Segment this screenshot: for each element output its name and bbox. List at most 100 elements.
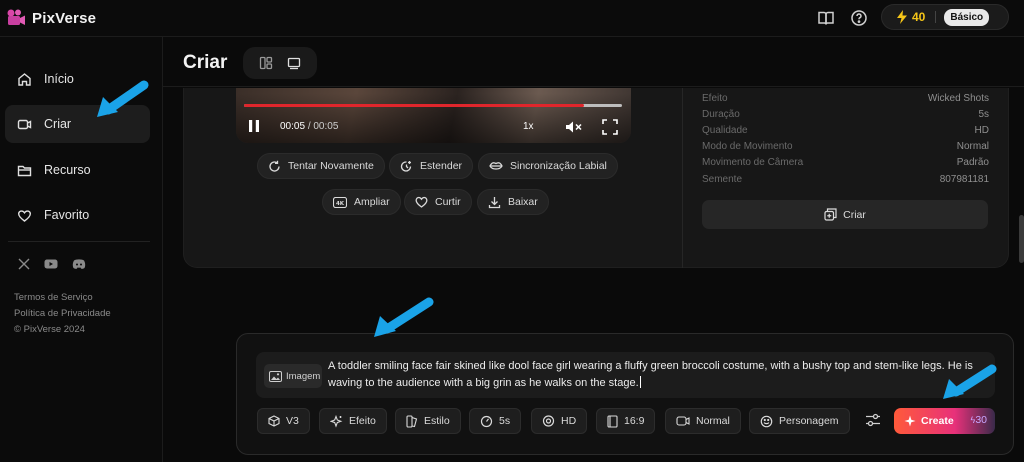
like-button[interactable]: Curtir	[404, 189, 472, 215]
extend-icon	[400, 160, 413, 173]
upscale-label: Ampliar	[354, 196, 390, 208]
privacy-link[interactable]: Política de Privacidade	[14, 308, 111, 319]
character-label: Personagem	[779, 415, 839, 427]
refresh-icon	[268, 160, 281, 173]
character-selector[interactable]: Personagem	[749, 408, 850, 434]
book-icon[interactable]	[817, 9, 835, 27]
prompt-text[interactable]: A toddler smiling face fair skined like …	[328, 358, 990, 392]
motion-label: Normal	[696, 415, 730, 427]
sparkle-icon	[904, 415, 916, 427]
playback-speed[interactable]: 1x	[523, 121, 534, 132]
detail-value: HD	[974, 125, 989, 136]
create-similar-label: Criar	[843, 208, 866, 221]
terms-link[interactable]: Termos de Serviço	[14, 292, 93, 303]
discord-icon[interactable]	[72, 258, 86, 270]
copy-icon	[824, 208, 837, 221]
page-title: Criar	[183, 52, 228, 73]
app-name: PixVerse	[32, 9, 97, 27]
detail-row-duration: Duração 5s	[702, 109, 989, 120]
header-divider	[163, 86, 1024, 87]
detail-row-effect: Efeito Wicked Shots	[702, 93, 989, 104]
detail-value: Padrão	[956, 157, 989, 168]
view-toggle	[243, 47, 317, 79]
detail-label: Movimento de Câmera	[702, 157, 804, 168]
credits-pill[interactable]: 40 Básico	[881, 4, 1009, 30]
effect-selector[interactable]: Efeito	[319, 408, 387, 434]
page-scrollbar[interactable]	[1019, 215, 1024, 263]
video-progress-fill	[244, 104, 585, 107]
grid-view-icon[interactable]	[259, 56, 273, 70]
create-cost: ϟ30	[971, 414, 987, 426]
upscale-button[interactable]: 4K Ampliar	[322, 189, 401, 215]
image-chip-label: Imagem	[286, 370, 321, 382]
heart-icon	[17, 208, 32, 223]
detail-row-motion-mode: Modo de Movimento Normal	[702, 141, 989, 152]
top-bar: PixVerse 40 Básico	[0, 0, 1024, 37]
lip-sync-label: Sincronização Labial	[510, 160, 607, 172]
details-divider	[682, 88, 683, 268]
annotation-arrow	[374, 297, 434, 337]
current-time: 00:05	[280, 121, 306, 132]
sliders-icon[interactable]	[864, 412, 884, 430]
video-time: 00:05 / 00:05	[280, 121, 339, 132]
social-links	[18, 258, 86, 270]
sidebar-item-label: Favorito	[44, 208, 90, 222]
single-view-icon[interactable]	[287, 56, 301, 70]
pause-icon[interactable]	[248, 119, 260, 133]
video-progress-bar[interactable]	[244, 104, 622, 107]
mute-icon[interactable]	[565, 120, 583, 134]
folder-icon	[17, 163, 32, 178]
video-player[interactable]: 00:05 / 00:05 1x	[236, 88, 631, 143]
lip-sync-button[interactable]: Sincronização Labial	[478, 153, 618, 179]
fullscreen-icon[interactable]	[602, 119, 618, 135]
video-overlay	[236, 88, 631, 143]
quality-selector[interactable]: HD	[531, 408, 588, 434]
sidebar-item-favorite[interactable]: Favorito	[5, 196, 150, 234]
create-similar-button[interactable]: Criar	[702, 200, 988, 229]
text-caret	[639, 376, 641, 388]
style-icon	[406, 414, 418, 428]
model-selector[interactable]: V3	[257, 408, 310, 434]
detail-row-seed: Semente 807981181	[702, 174, 989, 185]
sidebar-item-label: Início	[44, 72, 74, 86]
detail-label: Efeito	[702, 93, 728, 104]
plan-badge[interactable]: Básico	[944, 8, 990, 26]
pixverse-logo-icon	[6, 8, 26, 28]
duration-selector[interactable]: 5s	[469, 408, 522, 434]
detail-value: Normal	[956, 141, 989, 152]
x-icon[interactable]	[18, 258, 30, 270]
detail-label: Semente	[702, 174, 743, 185]
aspect-ratio-icon	[607, 414, 618, 428]
retry-button[interactable]: Tentar Novamente	[257, 153, 385, 179]
duration-label: 5s	[499, 415, 511, 427]
image-chip[interactable]: Imagem	[264, 364, 322, 388]
home-icon	[17, 72, 32, 87]
heart-icon	[415, 196, 428, 208]
image-icon	[269, 370, 282, 382]
annotation-arrow	[943, 364, 997, 399]
create-cost-value: 30	[975, 414, 987, 426]
model-label: V3	[286, 415, 299, 427]
effect-label: Efeito	[349, 415, 376, 427]
sidebar-item-label: Criar	[44, 117, 72, 131]
create-label: Create	[921, 415, 954, 427]
download-icon	[488, 196, 501, 209]
download-label: Baixar	[508, 196, 538, 208]
style-selector[interactable]: Estilo	[395, 408, 461, 434]
help-icon[interactable]	[850, 9, 868, 27]
detail-label: Duração	[702, 109, 740, 120]
aspect-ratio-selector[interactable]: 16:9	[596, 408, 656, 434]
divider	[935, 11, 937, 23]
youtube-icon[interactable]	[44, 258, 58, 270]
download-button[interactable]: Baixar	[477, 189, 549, 215]
cube-icon	[268, 415, 280, 427]
detail-label: Qualidade	[702, 125, 748, 136]
lightning-icon	[896, 10, 908, 24]
sidebar-divider	[8, 241, 150, 242]
logo[interactable]: PixVerse	[6, 8, 96, 28]
motion-selector[interactable]: Normal	[665, 408, 741, 434]
sidebar-item-resource[interactable]: Recurso	[5, 151, 150, 189]
create-button[interactable]: Create ϟ30	[894, 408, 995, 434]
extend-button[interactable]: Estender	[389, 153, 474, 179]
extend-label: Estender	[420, 160, 463, 172]
